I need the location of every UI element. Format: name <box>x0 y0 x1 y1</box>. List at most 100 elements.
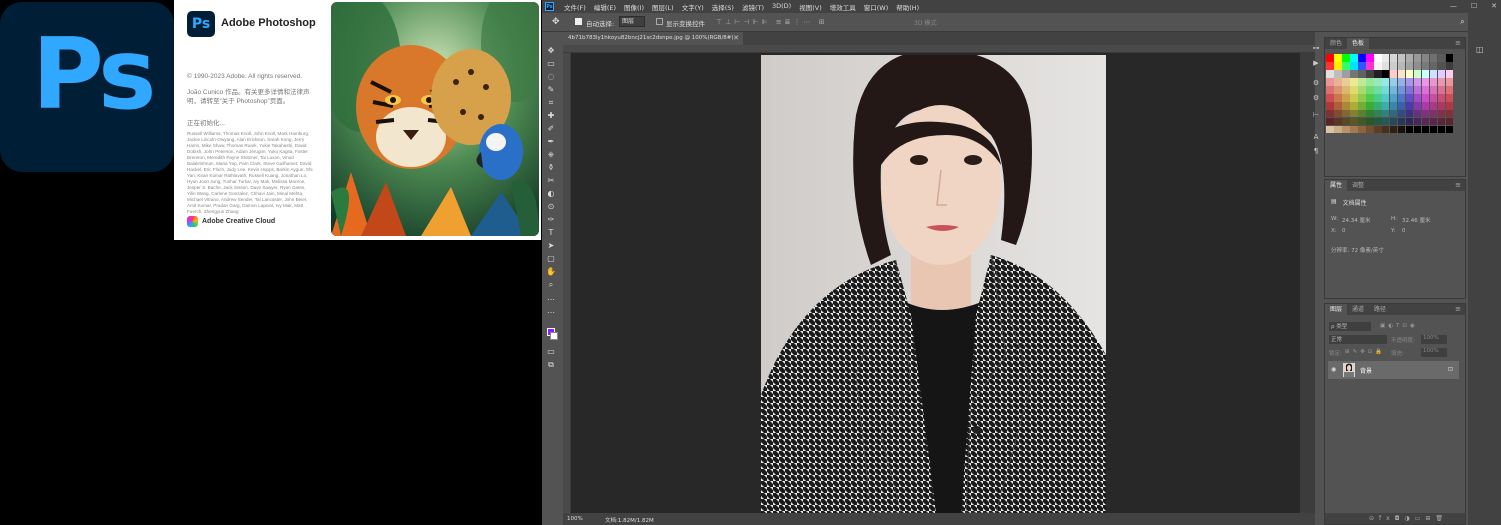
color-swatch[interactable] <box>1405 109 1414 118</box>
color-swatch[interactable] <box>1421 109 1430 118</box>
color-swatch[interactable] <box>1389 101 1398 110</box>
color-swatch[interactable] <box>1437 125 1446 134</box>
path-selection-tool-icon[interactable]: ▢ <box>546 254 556 264</box>
color-swatch[interactable] <box>1405 101 1414 110</box>
color-swatch[interactable] <box>1373 69 1382 78</box>
color-swatch[interactable] <box>1349 125 1358 134</box>
color-swatch[interactable] <box>1365 69 1374 78</box>
tab-channels[interactable]: 通道 <box>1347 304 1369 315</box>
color-swatch[interactable] <box>1357 109 1366 118</box>
color-swatch[interactable] <box>1437 101 1446 110</box>
color-swatch[interactable] <box>1349 54 1358 62</box>
width-value[interactable]: 24.34 厘米 <box>1342 216 1371 224</box>
menu-type[interactable]: 文字(Y) <box>682 2 704 12</box>
layer-name[interactable]: 背景 <box>1360 366 1372 375</box>
photoshop-app-icon[interactable]: Ps <box>0 2 174 172</box>
color-swatch[interactable] <box>1413 93 1422 102</box>
color-swatch[interactable] <box>1341 61 1350 70</box>
menu-layer[interactable]: 图层(L) <box>652 2 674 12</box>
color-swatch[interactable] <box>1333 54 1342 62</box>
color-swatch[interactable] <box>1333 101 1342 110</box>
color-swatch[interactable] <box>1397 54 1406 62</box>
color-swatch[interactable] <box>1437 85 1446 94</box>
color-swatch[interactable] <box>1389 117 1398 126</box>
color-swatch[interactable] <box>1397 117 1406 126</box>
color-swatch[interactable] <box>1445 61 1454 70</box>
canvas-area[interactable] <box>571 53 1300 513</box>
document-size-info[interactable]: 文档:1.82M/1.82M <box>605 516 654 524</box>
learn-panel-icon[interactable]: ◫ <box>1476 45 1484 54</box>
color-swatch[interactable] <box>1381 85 1390 94</box>
color-swatch[interactable] <box>1429 69 1438 78</box>
move-tool-icon[interactable]: ✥ <box>546 46 556 56</box>
color-swatch[interactable] <box>1397 85 1406 94</box>
color-swatch[interactable] <box>1437 77 1446 86</box>
color-swatch[interactable] <box>1326 125 1334 134</box>
ps-menu-logo[interactable]: Ps <box>545 2 554 11</box>
color-swatch[interactable] <box>1381 69 1390 78</box>
color-swatch[interactable] <box>1445 69 1454 78</box>
color-swatch[interactable] <box>1445 54 1454 62</box>
color-swatch[interactable] <box>1365 85 1374 94</box>
color-swatch[interactable] <box>1405 77 1414 86</box>
color-swatch[interactable] <box>1413 117 1422 126</box>
color-swatch[interactable] <box>1397 101 1406 110</box>
color-swatch[interactable] <box>1389 77 1398 86</box>
color-swatch[interactable] <box>1365 93 1374 102</box>
menu-window[interactable]: 窗口(W) <box>864 2 889 12</box>
color-swatch[interactable] <box>1413 101 1422 110</box>
color-swatch[interactable] <box>1341 93 1350 102</box>
move-tool-icon[interactable]: ✥ <box>552 17 560 27</box>
color-swatch[interactable] <box>1413 61 1422 70</box>
color-swatch[interactable] <box>1326 117 1334 126</box>
panel-menu-icon[interactable]: ≡ <box>1455 305 1461 313</box>
clone-stamp-tool-icon[interactable]: ⎈ <box>546 150 556 160</box>
color-swatch[interactable] <box>1365 77 1374 86</box>
color-swatch[interactable] <box>1381 93 1390 102</box>
vertical-ruler[interactable] <box>563 53 571 513</box>
menu-help[interactable]: 帮助(H) <box>896 2 919 12</box>
color-swatch[interactable] <box>1429 109 1438 118</box>
history-panel-icon[interactable]: ⊶ <box>1311 43 1321 53</box>
color-swatch[interactable] <box>1405 69 1414 78</box>
color-swatch[interactable] <box>1326 109 1334 118</box>
color-swatch[interactable] <box>1326 77 1334 86</box>
magic-wand-tool-icon[interactable]: ✎ <box>546 85 556 95</box>
panel-menu-icon[interactable]: ≡ <box>1455 181 1461 189</box>
color-swatch[interactable] <box>1357 125 1366 134</box>
color-swatch[interactable] <box>1413 77 1422 86</box>
more-tools-icon[interactable]: ⋯ <box>546 308 556 318</box>
color-swatch[interactable] <box>1326 101 1334 110</box>
color-swatch[interactable] <box>1405 125 1414 134</box>
tab-paths[interactable]: 路径 <box>1369 304 1391 315</box>
layer-action-icons[interactable]: ⊝fx◘◑▭⊞🗑 <box>1369 515 1448 522</box>
color-swatch[interactable] <box>1349 117 1358 126</box>
lock-icons[interactable]: ⊞✎✥⊡🔒 <box>1345 349 1385 355</box>
history-brush-tool-icon[interactable]: ⚱ <box>546 163 556 173</box>
character-panel-icon[interactable]: A <box>1311 132 1321 142</box>
color-swatch[interactable] <box>1365 101 1374 110</box>
color-swatch[interactable] <box>1333 125 1342 134</box>
menu-view[interactable]: 视图(V) <box>799 2 822 12</box>
paragraph-panel-icon[interactable]: ¶ <box>1311 146 1321 156</box>
color-swatch[interactable] <box>1333 85 1342 94</box>
brush-tool-icon[interactable]: ✒ <box>546 137 556 147</box>
color-swatch[interactable] <box>1389 61 1398 70</box>
color-swatch[interactable] <box>1413 125 1422 134</box>
color-swatch[interactable] <box>1357 54 1366 62</box>
color-swatch[interactable] <box>1389 125 1398 134</box>
color-swatch[interactable] <box>1341 125 1350 134</box>
blend-mode-dropdown[interactable]: 正常 <box>1329 335 1387 344</box>
color-swatch[interactable] <box>1437 93 1446 102</box>
layer-filter-icons[interactable]: ▣◐T⊡◉ <box>1380 323 1418 329</box>
menu-3d[interactable]: 3D(D) <box>772 2 791 12</box>
minimize-button[interactable]: — <box>1450 2 1457 10</box>
dodge-tool-icon[interactable]: ✑ <box>546 215 556 225</box>
document-image[interactable] <box>761 55 1106 513</box>
color-swatch[interactable] <box>1429 93 1438 102</box>
color-swatch[interactable] <box>1349 61 1358 70</box>
color-swatch[interactable] <box>1445 85 1454 94</box>
color-swatch[interactable] <box>1445 117 1454 126</box>
color-swatch[interactable] <box>1413 69 1422 78</box>
color-swatch[interactable] <box>1326 61 1334 70</box>
